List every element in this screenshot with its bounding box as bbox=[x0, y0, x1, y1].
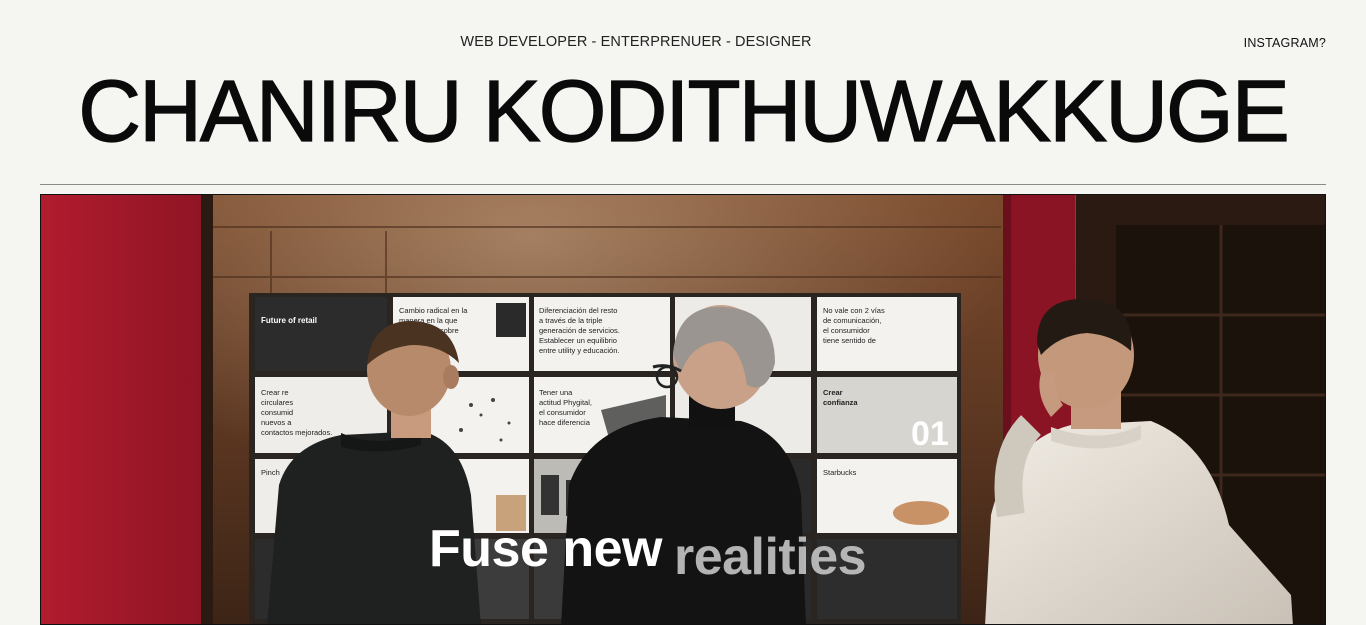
svg-text:tiene sentido de: tiene sentido de bbox=[823, 336, 876, 345]
svg-text:Crear re: Crear re bbox=[261, 388, 289, 397]
hero-caption-secondary: realities bbox=[673, 528, 867, 586]
tagline: WEB DEVELOPER - ENTERPRENUER - DESIGNER bbox=[460, 34, 812, 50]
svg-text:Diferenciación del resto: Diferenciación del resto bbox=[539, 306, 617, 315]
svg-text:actitud Phygital,: actitud Phygital, bbox=[539, 398, 592, 407]
svg-text:hace diferencia: hace diferencia bbox=[539, 418, 591, 427]
svg-text:01: 01 bbox=[911, 415, 949, 453]
svg-text:generación de servicios.: generación de servicios. bbox=[539, 326, 620, 335]
svg-text:el consumidor: el consumidor bbox=[823, 326, 870, 335]
page-title: CHANIRU KODITHUWAKKUGE bbox=[78, 63, 1291, 160]
board-card-2-text: Cambio radical en la bbox=[399, 306, 468, 315]
svg-text:Starbucks: Starbucks bbox=[823, 468, 857, 477]
hero-caption-primary: Fuse new bbox=[429, 520, 662, 578]
svg-text:No vale con 2 vías: No vale con 2 vías bbox=[823, 306, 885, 315]
svg-text:Establecer un equilibrio: Establecer un equilibrio bbox=[539, 336, 617, 345]
svg-text:Tener una: Tener una bbox=[539, 388, 573, 397]
svg-text:Crear: Crear bbox=[823, 388, 843, 397]
board-card-1-text: Future of retail bbox=[261, 316, 317, 325]
svg-text:de comunicación,: de comunicación, bbox=[823, 316, 881, 325]
svg-text:consumid: consumid bbox=[261, 408, 293, 417]
instagram-link[interactable]: INSTAGRAM? bbox=[1244, 36, 1326, 50]
svg-text:entre utility y educación.: entre utility y educación. bbox=[539, 346, 619, 355]
svg-text:a través de la triple: a través de la triple bbox=[539, 316, 602, 325]
svg-text:Pinch: Pinch bbox=[261, 468, 280, 477]
svg-text:confianza: confianza bbox=[823, 398, 858, 407]
svg-text:nuevos a: nuevos a bbox=[261, 418, 292, 427]
svg-text:contactos mejorados.: contactos mejorados. bbox=[261, 428, 332, 437]
svg-text:el consumidor: el consumidor bbox=[539, 408, 586, 417]
hero-caption: Fuse new realities bbox=[429, 520, 867, 583]
svg-text:circulares: circulares bbox=[261, 398, 293, 407]
hero-image: Future of retail Cambio radical en la ma… bbox=[40, 194, 1326, 625]
divider bbox=[40, 184, 1326, 185]
page: WEB DEVELOPER - ENTERPRENUER - DESIGNER … bbox=[0, 0, 1366, 625]
